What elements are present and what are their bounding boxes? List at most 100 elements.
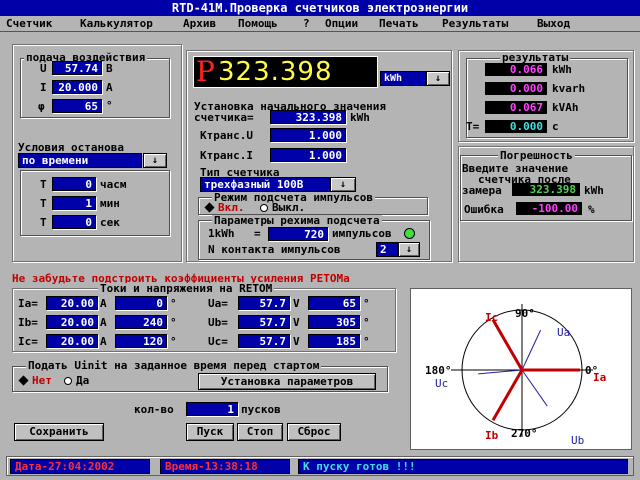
ib-input[interactable]: 20.00 [46,315,98,329]
menu-results[interactable]: Результаты [442,17,508,31]
ua-unit: V [293,297,300,310]
status-message: К пуску готов !!! [298,459,628,474]
result-kwh-value: 0.066 [485,63,547,76]
params-legend: Параметры рехима подсчета [212,214,382,227]
ub-angle-input[interactable]: 305 [308,315,360,329]
ic-vector [491,319,524,371]
ia-angle-input[interactable]: 0 [115,296,167,310]
kti-input[interactable]: 1.000 [270,148,346,162]
i-label: I [40,81,47,94]
ia-vector-label: Ia [593,371,606,384]
deg180-label: 180° [425,364,452,377]
vector-diagram: 90° 180° 0° 270° Ua Ub Uc Ia Ib Ic [410,288,632,450]
uc-vector [478,369,523,375]
result-t-value: 0.000 [485,120,547,133]
initial-value-input[interactable]: 323.398 [270,110,346,124]
kwh-input[interactable]: 720 [268,227,328,241]
impulse-off-label: Выкл. [272,201,306,214]
u-input[interactable]: 57.74 [52,61,102,75]
retom-legend: Токи и напряжения на RETOM [98,282,275,295]
ic-input[interactable]: 20.00 [46,334,98,348]
i-unit: A [106,81,113,94]
phi-input[interactable]: 65 [52,99,102,113]
menu-help[interactable]: Помощь [238,17,278,31]
impulse-off-radio[interactable] [260,204,268,212]
t2-input[interactable]: 1 [52,196,96,210]
error-meas-input[interactable]: 323.398 [512,183,580,196]
ib-angle-input[interactable]: 240 [115,315,167,329]
ub-vector-label: Ub [571,434,584,447]
t1-input[interactable]: 0 [52,177,96,191]
menu-calculator[interactable]: Калькулятор [80,17,153,31]
menu-archive[interactable]: Архив [183,17,216,31]
uc-angle-input[interactable]: 185 [308,334,360,348]
error-value: -100.00 [516,202,582,215]
t1-unit: часм [100,178,127,191]
ua-input[interactable]: 57.7 [238,296,290,310]
ub-label: Ub= [208,316,228,329]
set-params-button[interactable]: Установка параметров [198,373,376,390]
error-label: Ошибка [464,203,504,216]
display-unit-arrow-icon[interactable]: ↓ [426,71,450,86]
ub-unit: V [293,316,300,329]
ic-angle-input[interactable]: 120 [115,334,167,348]
kwh-label: 1kWh [208,227,235,240]
start-button[interactable]: Пуск [186,423,234,441]
uc-angle-unit: ° [363,335,370,348]
status-date: Дата-27:04:2002 [10,459,150,474]
contact-arrow-icon[interactable]: ↓ [398,242,420,257]
runs-unit: пусков [241,403,281,416]
stop-mode-select[interactable]: по времени [18,153,142,168]
t2-label: T [40,197,47,210]
error-legend: Погрешность [498,149,575,162]
uc-input[interactable]: 57.7 [238,334,290,348]
uinit-legend: Подать Uinit на заданное время перед ста… [26,359,322,372]
menu-question[interactable]: ? [303,17,310,31]
ic-vector-label: Ic [485,311,498,324]
initial-label-2: счетчика= [194,111,254,124]
ia-input[interactable]: 20.00 [46,296,98,310]
initial-unit: kWh [350,111,370,124]
uinit-yes-label: Да [76,374,90,387]
deg90-label: 90° [515,307,535,320]
ic-label: Ic= [18,335,38,348]
ua-vector [521,329,542,371]
ub-angle-unit: ° [363,316,370,329]
status-time: Время-13:38:18 [160,459,290,474]
save-button[interactable]: Сохранить [14,423,104,441]
result-kvah-unit: kVAh [552,101,579,114]
ib-label: Ib= [18,316,38,329]
vector-svg: 90° 180° 0° 270° Ua Ub Uc Ia Ib Ic [425,304,606,447]
type-select[interactable]: трехфазный 100В [200,177,330,192]
ktu-input[interactable]: 1.000 [270,128,346,142]
runs-input[interactable]: 1 [186,402,238,416]
ib-vector-label: Ib [485,429,499,442]
u-unit: B [106,62,113,75]
ktu-label: Ктранс.U [200,129,253,142]
result-kvah-value: 0.067 [485,101,547,114]
display-unit-select[interactable]: kWh [380,71,426,86]
uinit-yes-radio[interactable] [64,377,72,385]
title-bar: RTD-41M.Проверка счетчиков электроэнерги… [0,0,640,16]
t3-input[interactable]: 0 [52,215,96,229]
reset-button[interactable]: Сброс [287,423,341,441]
menu-exit[interactable]: Выход [537,17,570,31]
t3-unit: сек [100,216,120,229]
ib-vector [491,369,524,421]
contact-select[interactable]: 2 [376,242,398,257]
menu-schetchik[interactable]: Счетчик [6,17,52,31]
type-arrow-icon[interactable]: ↓ [330,177,356,192]
menu-options[interactable]: Опции [325,17,358,31]
ub-input[interactable]: 57.7 [238,315,290,329]
ua-angle-input[interactable]: 65 [308,296,360,310]
stop-mode-arrow-icon[interactable]: ↓ [143,153,167,168]
result-t-unit: c [552,120,559,133]
menu-print[interactable]: Печать [379,17,419,31]
ic-unit: A [100,335,107,348]
uc-unit: V [293,335,300,348]
stop-button[interactable]: Стоп [237,423,283,441]
ia-unit: A [100,297,107,310]
status-led-icon [404,228,415,239]
result-kvarh-unit: kvarh [552,82,586,95]
i-input[interactable]: 20.000 [52,80,102,94]
